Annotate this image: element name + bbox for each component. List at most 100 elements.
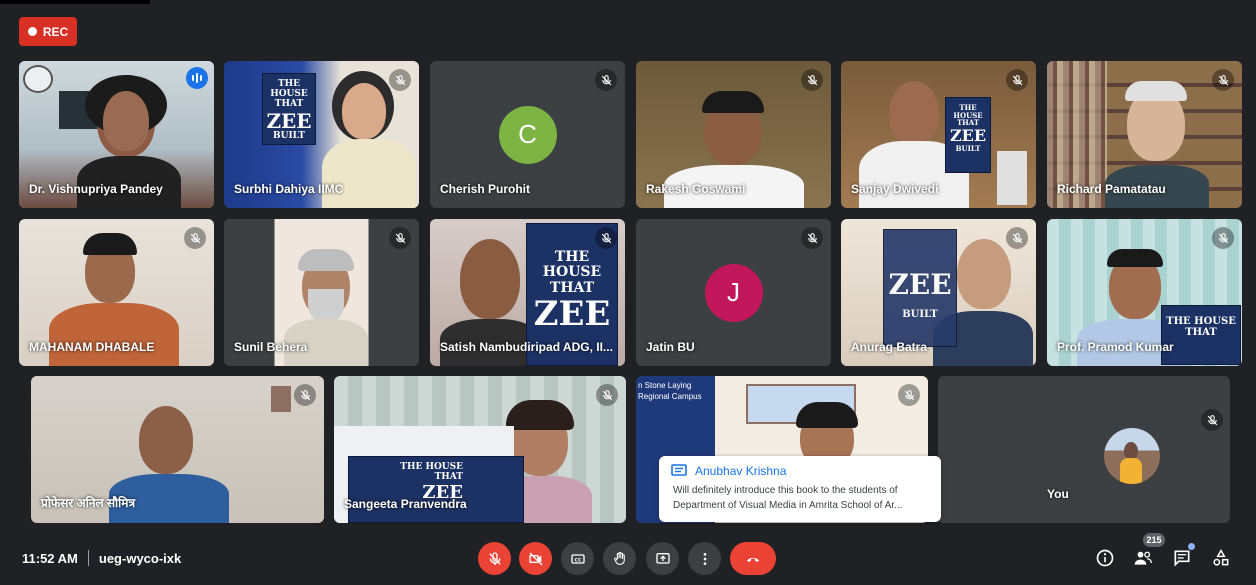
- participant-name: Sunil Behera: [234, 340, 308, 354]
- book-title-line4: BUILT: [955, 143, 981, 153]
- chat-notification[interactable]: Anubhav Krishna Will definitely introduc…: [659, 456, 941, 522]
- mic-off-icon: [294, 384, 316, 406]
- chat-button[interactable]: [1172, 548, 1192, 568]
- participant-tile[interactable]: C Cherish Purohit: [430, 61, 625, 208]
- mic-off-icon: [898, 384, 920, 406]
- participant-name: प्रोफेसर अनिल सौमित्र: [41, 496, 136, 510]
- mic-off-icon: [596, 384, 618, 406]
- present-icon: [655, 552, 670, 564]
- participant-tile[interactable]: Rakesh Goswami: [636, 61, 831, 208]
- participant-name: Surbhi Dahiya IIMC: [234, 182, 344, 196]
- meeting-details-button[interactable]: [1095, 548, 1115, 568]
- book-title-line4: BUILT: [273, 130, 305, 141]
- avatar: [1104, 428, 1160, 484]
- mic-off-icon: [1212, 69, 1234, 91]
- present-screen-button[interactable]: [646, 542, 679, 575]
- participant-tile[interactable]: प्रोफेसर अनिल सौमित्र: [31, 376, 324, 523]
- mic-off-icon: [184, 227, 206, 249]
- participant-name: Prof. Pramod Kumar: [1057, 340, 1174, 354]
- recording-label: REC: [42, 24, 69, 39]
- participant-name: Sangeeta Pranvendra: [344, 497, 467, 511]
- avatar: C: [498, 105, 557, 164]
- book-title-line1: THE HOUSE: [953, 103, 983, 120]
- recording-indicator: REC: [19, 17, 77, 46]
- activities-icon: [1213, 548, 1229, 566]
- leave-call-button[interactable]: [730, 542, 776, 575]
- background-slide-text: n Stone Laying: [638, 381, 692, 390]
- chat-icon: [1174, 550, 1190, 567]
- mic-off-icon: [801, 227, 823, 249]
- participant-name: MAHANAM DHABALE: [29, 340, 155, 354]
- mic-off-icon: [801, 69, 823, 91]
- background-slide-text: Regional Campus: [638, 392, 702, 402]
- participant-name: Dr. Vishnupriya Pandey: [29, 182, 163, 196]
- camera-toggle-button[interactable]: [519, 542, 552, 575]
- more-vert-icon: [703, 552, 706, 565]
- unread-dot: [1188, 543, 1195, 550]
- book-title-line1: THE HOUSE: [542, 249, 602, 281]
- participant-tile[interactable]: THE HOUSE THAT ZEE BUILT Sanjay Dwivedi: [841, 61, 1036, 208]
- participant-tile[interactable]: THE HOUSE THAT ZEE Sangeeta Pranvendra: [334, 376, 626, 523]
- participant-name: Jatin BU: [646, 340, 695, 354]
- mic-off-icon: [389, 69, 411, 91]
- mic-off-icon: [1212, 227, 1234, 249]
- participant-name: Anurag Batra: [851, 340, 928, 354]
- participant-tile[interactable]: THE HOUSE THAT ZEE BUILT Surbhi Dahiya I…: [224, 61, 419, 208]
- hang-up-icon: [747, 557, 759, 562]
- chat-sender: Anubhav Krishna: [695, 464, 787, 478]
- self-view-label: You: [1047, 487, 1069, 501]
- mic-off-icon: [595, 69, 617, 91]
- participant-tile[interactable]: Sunil Behera: [224, 219, 419, 366]
- participant-tile[interactable]: ZEE BUILT Anurag Batra: [841, 219, 1036, 366]
- hand-icon: [613, 551, 625, 565]
- speaking-indicator-icon: [186, 67, 208, 89]
- mic-toggle-button[interactable]: [478, 542, 511, 575]
- participant-name: Rakesh Goswami: [646, 182, 746, 196]
- participant-tile[interactable]: MAHANAM DHABALE: [19, 219, 214, 366]
- svg-text:CC: CC: [574, 557, 581, 563]
- book-title-line3: ZEE: [266, 108, 312, 133]
- chat-icon: [671, 464, 687, 476]
- mic-off-icon: [389, 227, 411, 249]
- activities-button[interactable]: [1211, 548, 1231, 568]
- book-title-line2: THAT: [1185, 327, 1217, 338]
- top-strip: [0, 0, 150, 4]
- mic-off-icon: [1201, 409, 1223, 431]
- mic-off-icon: [1006, 69, 1028, 91]
- divider: [87, 550, 89, 566]
- camera-off-icon: [528, 552, 542, 565]
- mic-off-icon: [488, 551, 501, 565]
- avatar: J: [704, 263, 763, 322]
- participant-tile[interactable]: THE HOUSE THAT ZEE Satish Nambudiripad A…: [430, 219, 625, 366]
- mic-off-icon: [1006, 227, 1028, 249]
- meeting-time: 11:52 AM: [22, 550, 78, 566]
- people-button[interactable]: [1133, 548, 1153, 568]
- book-title-line4: BUILT: [902, 308, 938, 320]
- participant-name: Sanjay Dwivedi: [851, 182, 939, 196]
- chat-message: Will definitely introduce this book to t…: [673, 485, 903, 511]
- self-view-tile[interactable]: You: [1037, 403, 1229, 513]
- mic-off-icon: [595, 227, 617, 249]
- book-title-line3: ZEE: [949, 126, 987, 146]
- participant-count-badge: 215: [1143, 533, 1165, 547]
- book-title-line1: THE HOUSE: [270, 79, 308, 99]
- record-dot-icon: [27, 27, 37, 36]
- book-title-line3: ZEE: [888, 268, 952, 301]
- participant-tile[interactable]: Richard Pamatatau: [1047, 61, 1242, 208]
- people-icon: [1134, 551, 1152, 565]
- captions-button[interactable]: CC: [561, 542, 594, 575]
- meeting-code: ueg-wyco-ixk: [98, 550, 182, 566]
- meeting-info: 11:52 AM ueg-wyco-ixk: [22, 550, 181, 566]
- more-options-button[interactable]: [688, 542, 721, 575]
- captions-icon: CC: [570, 553, 585, 564]
- raise-hand-button[interactable]: [603, 542, 636, 575]
- participant-name: Satish Nambudiripad ADG, II...: [440, 340, 613, 354]
- participant-name: Cherish Purohit: [440, 182, 531, 196]
- participant-tile[interactable]: Dr. Vishnupriya Pandey: [19, 61, 214, 208]
- book-title-line1: THE HOUSE: [1166, 316, 1236, 327]
- participant-tile[interactable]: THE HOUSE THAT Prof. Pramod Kumar: [1047, 219, 1242, 366]
- participant-tile[interactable]: J Jatin BU: [636, 219, 831, 366]
- info-icon: [1096, 549, 1114, 567]
- participant-name: Richard Pamatatau: [1057, 182, 1166, 196]
- book-title-line3: ZEE: [533, 294, 611, 335]
